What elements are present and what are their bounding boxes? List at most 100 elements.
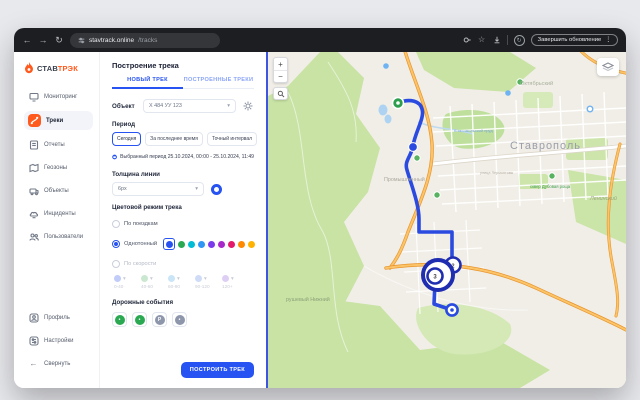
objects-icon [28, 185, 39, 196]
sidebar-item-label: Профиль [44, 315, 70, 321]
tracks-icon [28, 114, 41, 127]
chrome-update-button[interactable]: Завершить обновление ⋮ [531, 34, 618, 46]
period-option-exact[interactable]: Точный интервал [207, 132, 257, 146]
sidebar-item-monitoring[interactable]: Мониторинг [24, 88, 93, 105]
passkey-icon[interactable] [463, 36, 471, 44]
sidebar-item-settings[interactable]: Настройки [24, 332, 93, 349]
speed-range-strip: ▾ 0-40 ▾ 40-60 ▾ 60-90 ▾ 90-120 ▾ 120+ [114, 275, 254, 289]
download-icon[interactable] [493, 36, 501, 44]
route-waypoint-marker [409, 143, 418, 152]
thickness-preview [211, 184, 222, 195]
swatch-violet[interactable] [218, 241, 225, 248]
tab-bar: НОВЫЙ ТРЕК ПОСТРОЕННЫЕ ТРЕКИ [112, 77, 254, 89]
sidebar-item-users[interactable]: Пользователи [24, 228, 93, 245]
period-options: Сегодня За последнее время Точный интерв… [112, 132, 254, 146]
chrome-update-label: Завершить обновление [538, 37, 602, 43]
sidebar-item-label: Пользователи [44, 234, 83, 240]
thickness-value: 6px [118, 186, 191, 192]
swatch-blue[interactable] [198, 241, 205, 248]
period-summary-text: Выбранный период 25.10.2024, 00:00 - 25.… [120, 154, 254, 160]
swatch-purple[interactable] [208, 241, 215, 248]
settings-icon [28, 335, 39, 346]
radio-by-trips[interactable] [112, 220, 120, 228]
radio-by-speed[interactable] [112, 260, 120, 268]
profile-avatar[interactable]: ↻ [514, 35, 525, 46]
speed-color-select[interactable]: ▾ [195, 275, 213, 282]
sidebar-item-label: Геозоны [44, 165, 67, 171]
object-select[interactable]: Х 484 УУ 123 ▾ [143, 99, 236, 113]
speed-color-select[interactable]: ▾ [141, 275, 159, 282]
build-track-button[interactable]: ПОСТРОИТЬ ТРЕК [181, 362, 254, 378]
site-info-icon [78, 37, 85, 44]
sidebar-item-label: Треки [46, 118, 63, 124]
swatch-teal[interactable] [188, 241, 195, 248]
speed-range-label: 60-90 [168, 284, 186, 289]
road-event-toggle-4[interactable]: • [172, 312, 187, 327]
map-search-button[interactable] [273, 87, 288, 100]
swatch-amber[interactable] [248, 241, 255, 248]
radio-by-speed-label: По скорости [124, 261, 156, 267]
sidebar-item-label: Настройки [44, 338, 73, 344]
swatch-orange[interactable] [238, 241, 245, 248]
zoom-out-button[interactable]: − [274, 70, 287, 82]
speed-color-select[interactable]: ▾ [222, 275, 240, 282]
sidebar-item-reports[interactable]: Отчеты [24, 136, 93, 153]
calendar-icon [112, 153, 117, 161]
geozones-icon [28, 162, 39, 173]
profile-icon [28, 312, 39, 323]
district-label-sw: рушевый Нижний [286, 296, 330, 303]
gear-icon [243, 101, 253, 111]
speed-range-label: 40-60 [141, 284, 159, 289]
object-settings-button[interactable] [241, 100, 254, 113]
period-option-recent[interactable]: За последнее время [145, 132, 203, 146]
tab-built-tracks[interactable]: ПОСТРОЕННЫЕ ТРЕКИ [183, 77, 254, 88]
map-canvas[interactable]: 2 3 Ставрополь Октябрьский Промышленный … [268, 52, 626, 388]
map-layers-button[interactable] [597, 58, 619, 76]
road-event-toggle-2[interactable]: • [132, 312, 147, 327]
kebab-menu-icon[interactable]: ⋮ [605, 37, 611, 43]
forward-icon[interactable]: → [38, 36, 48, 45]
road-event-toggle-1[interactable]: • [112, 312, 127, 327]
cluster-marker-primary: 3 [423, 260, 453, 290]
object-value: Х 484 УУ 123 [149, 103, 223, 109]
sidebar-item-geozones[interactable]: Геозоны [24, 159, 93, 176]
pond-label: Комсомольский пруд [454, 128, 493, 133]
radio-solid[interactable] [112, 240, 120, 248]
sidebar-item-label: Свернуть [44, 361, 70, 367]
radio-by-trips-label: По поездкам [124, 221, 158, 227]
speed-color-select[interactable]: ▾ [114, 275, 132, 282]
back-icon[interactable]: ← [22, 36, 32, 45]
layers-icon [602, 62, 614, 72]
swatch-selected[interactable] [163, 238, 175, 250]
reload-icon[interactable]: ↻ [54, 36, 64, 45]
tab-new-track[interactable]: НОВЫЙ ТРЕК [112, 77, 183, 89]
sidebar-item-collapse[interactable]: ← Свернуть [24, 355, 93, 372]
sidebar-item-profile[interactable]: Профиль [24, 309, 93, 326]
sidebar-item-label: Объекты [44, 188, 69, 194]
address-bar[interactable]: stavtrack.online/tracks [70, 33, 220, 48]
speed-range-label: 90-120 [195, 284, 213, 289]
district-label-se: Ленинский [589, 195, 617, 202]
thickness-select[interactable]: 6px ▾ [112, 182, 204, 196]
speed-range-label: 120+ [222, 284, 240, 289]
sidebar-item-incidents[interactable]: Инциденты [24, 205, 93, 222]
sidebar-item-objects[interactable]: Объекты [24, 182, 93, 199]
users-icon [28, 231, 39, 242]
sidebar-item-label: Отчеты [44, 142, 65, 148]
monitoring-icon [28, 91, 39, 102]
browser-window: ← → ↻ stavtrack.online/tracks ☆ [14, 28, 626, 388]
swatch-pink[interactable] [228, 241, 235, 248]
track-builder-panel: Построение трека НОВЫЙ ТРЕК ПОСТРОЕННЫЕ … [100, 52, 268, 388]
district-label-ne: Октябрьский [520, 80, 553, 87]
map-zoom-controls: + − [273, 57, 288, 100]
road-event-toggle-3[interactable]: P [152, 312, 167, 327]
district-label-w: Промышленный [384, 176, 425, 183]
sidebar: СТАВТРЭК Мониторинг Треки Отчеты [14, 52, 100, 388]
sidebar-item-tracks[interactable]: Треки [24, 111, 93, 130]
speed-color-select[interactable]: ▾ [168, 275, 186, 282]
swatch-green[interactable] [178, 241, 185, 248]
zoom-in-button[interactable]: + [274, 58, 287, 70]
sidebar-item-label: Инциденты [44, 211, 76, 217]
bookmark-star-icon[interactable]: ☆ [477, 36, 487, 44]
period-option-today[interactable]: Сегодня [112, 132, 141, 146]
